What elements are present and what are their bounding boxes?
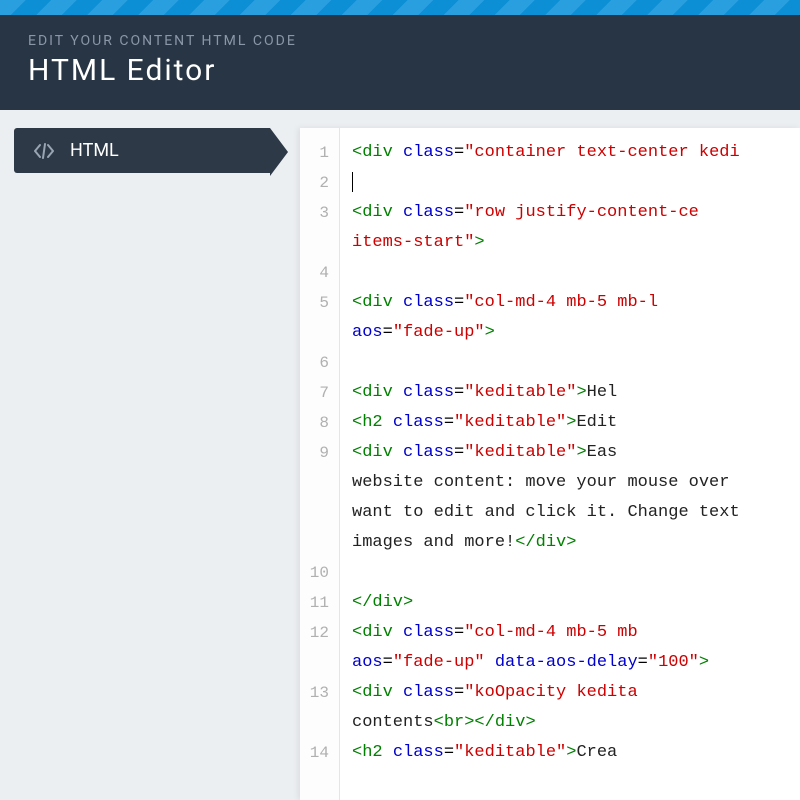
code-line[interactable]: <div class="container text-center kedi <box>352 138 800 168</box>
line-number: 4 <box>300 258 339 288</box>
line-number-gutter: 1234567891011121314 <box>300 128 340 800</box>
line-number: 5 <box>300 288 339 348</box>
line-number: 8 <box>300 408 339 438</box>
code-line[interactable] <box>352 558 800 588</box>
line-number: 9 <box>300 438 339 558</box>
header-title: HTML Editor <box>28 53 772 88</box>
line-number: 10 <box>300 558 339 588</box>
code-line[interactable] <box>352 168 800 198</box>
code-line[interactable]: <div class="keditable">Easwebsite conten… <box>352 438 800 558</box>
line-number: 13 <box>300 678 339 738</box>
code-line[interactable]: <div class="col-md-4 mb-5 mbaos="fade-up… <box>352 618 800 678</box>
header-subtitle: EDIT YOUR CONTENT HTML CODE <box>28 33 772 49</box>
code-line[interactable]: <div class="koOpacity keditacontents<br>… <box>352 678 800 738</box>
line-number: 2 <box>300 168 339 198</box>
code-line[interactable]: <h2 class="keditable">Crea <box>352 738 800 768</box>
header: EDIT YOUR CONTENT HTML CODE HTML Editor <box>0 15 800 110</box>
code-line[interactable]: <div class="row justify-content-ceitems-… <box>352 198 800 258</box>
code-line[interactable]: </div> <box>352 588 800 618</box>
code-editor[interactable]: 1234567891011121314 <div class="containe… <box>300 128 800 800</box>
line-number: 1 <box>300 138 339 168</box>
content-area: HTML 1234567891011121314 <div class="con… <box>0 110 800 800</box>
line-number: 6 <box>300 348 339 378</box>
code-content[interactable]: <div class="container text-center kedi <… <box>340 128 800 800</box>
accent-stripe <box>0 0 800 15</box>
code-line[interactable]: <h2 class="keditable">Edit <box>352 408 800 438</box>
code-line[interactable]: <div class="col-md-4 mb-5 mb-laos="fade-… <box>352 288 800 348</box>
line-number: 11 <box>300 588 339 618</box>
line-number: 7 <box>300 378 339 408</box>
line-number: 3 <box>300 198 339 258</box>
text-cursor <box>352 172 353 192</box>
code-line[interactable]: <div class="keditable">Hel <box>352 378 800 408</box>
sidebar: HTML <box>0 110 270 800</box>
code-icon <box>34 143 54 159</box>
line-number: 12 <box>300 618 339 678</box>
line-number: 14 <box>300 738 339 768</box>
code-line[interactable] <box>352 258 800 288</box>
tab-label: HTML <box>70 140 119 161</box>
code-line[interactable] <box>352 348 800 378</box>
tab-html[interactable]: HTML <box>14 128 270 173</box>
